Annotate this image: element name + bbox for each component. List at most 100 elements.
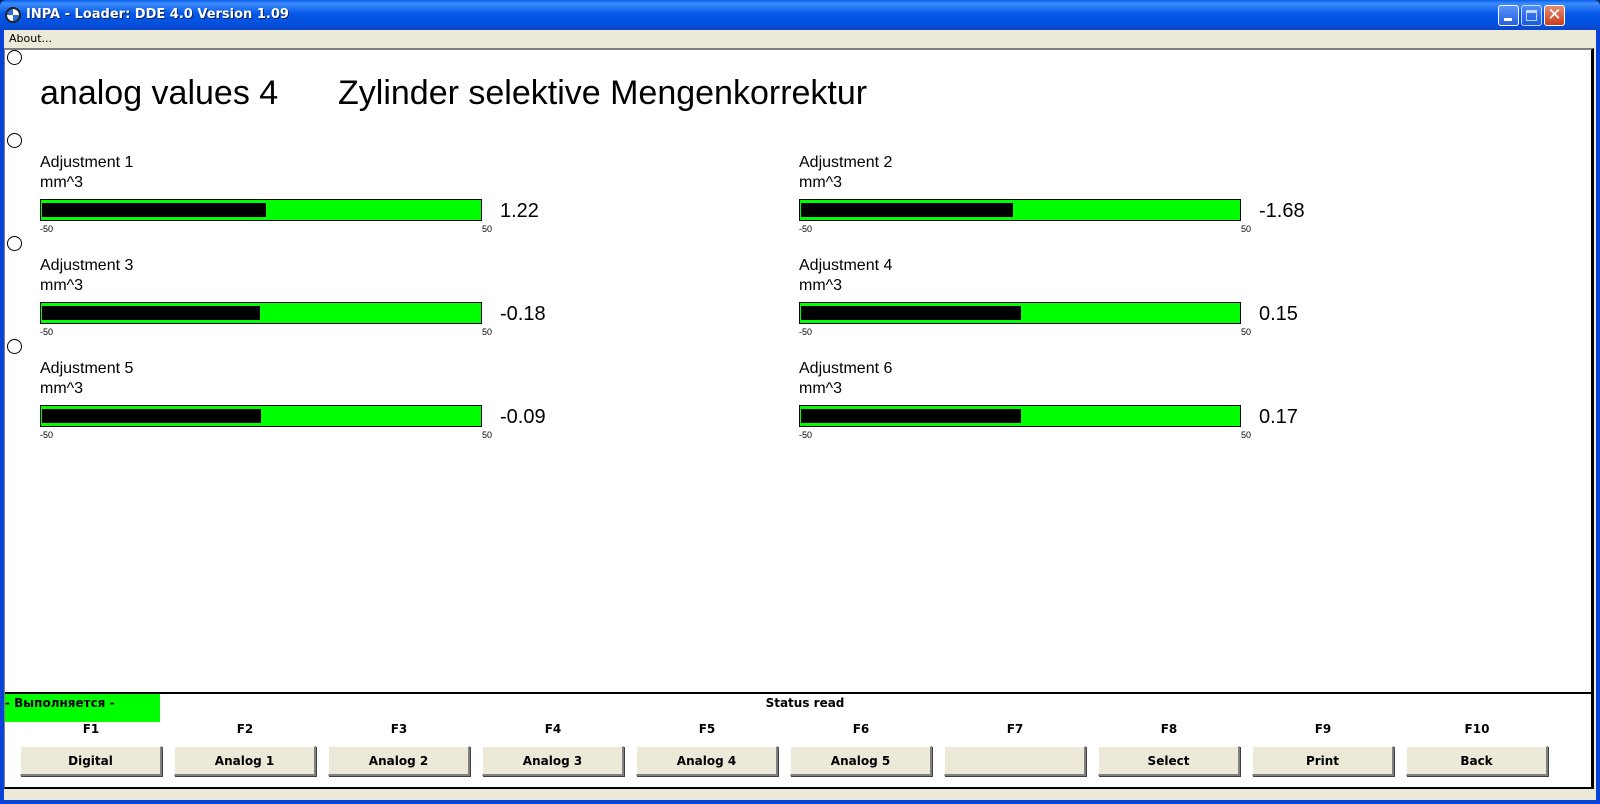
gauge-min-label: -50 bbox=[40, 430, 54, 440]
gauge-unit: mm^3 bbox=[799, 380, 843, 397]
gauge-adjustment-4: Adjustment 4 mm^3 0.15 -50 50 bbox=[799, 257, 1359, 347]
bmw-logo-icon bbox=[5, 7, 21, 23]
gauge-min-label: -50 bbox=[799, 430, 813, 440]
fkey-label: F7 bbox=[1006, 722, 1024, 736]
gauge-adjustment-2: Adjustment 2 mm^3 -1.68 -50 50 bbox=[799, 154, 1359, 244]
row-radio-4[interactable] bbox=[7, 339, 22, 354]
running-status-text: - Выполняется - bbox=[5, 696, 115, 710]
fkey-f1: F1 Digital bbox=[20, 722, 162, 780]
gauge-bar bbox=[40, 199, 482, 221]
fkey-f10: F10 Back bbox=[1406, 722, 1548, 780]
gauge-adjustment-6: Adjustment 6 mm^3 0.17 -50 50 bbox=[799, 360, 1359, 450]
fkey-f9: F9 Print bbox=[1252, 722, 1394, 780]
fkey-f7: F7 bbox=[944, 722, 1086, 780]
fkey-button-f5[interactable]: Analog 4 bbox=[636, 746, 778, 776]
gauge-max-label: 50 bbox=[482, 327, 493, 337]
fkey-button-f4[interactable]: Analog 3 bbox=[482, 746, 624, 776]
gauge-label: Adjustment 2 bbox=[799, 154, 893, 171]
fkey-button-f3[interactable]: Analog 2 bbox=[328, 746, 470, 776]
gauge-max-label: 50 bbox=[482, 224, 493, 234]
row-radio-3[interactable] bbox=[7, 236, 22, 251]
gauge-unit: mm^3 bbox=[799, 174, 843, 191]
gauge-unit: mm^3 bbox=[799, 277, 843, 294]
gauge-max-label: 50 bbox=[1241, 224, 1252, 234]
gauge-bar bbox=[799, 199, 1241, 221]
gauge-fill bbox=[801, 306, 1021, 320]
gauge-label: Adjustment 6 bbox=[799, 360, 893, 377]
gauge-min-label: -50 bbox=[799, 224, 813, 234]
gauge-value: -0.18 bbox=[500, 303, 546, 325]
fkey-label: F1 bbox=[82, 722, 100, 736]
fkey-f5: F5 Analog 4 bbox=[636, 722, 778, 780]
fkey-label: F6 bbox=[852, 722, 870, 736]
title-bar[interactable]: INPA - Loader: DDE 4.0 Version 1.09 ✕ bbox=[0, 0, 1600, 30]
fkey-f4: F4 Analog 3 bbox=[482, 722, 624, 780]
status-text: Status read bbox=[765, 696, 845, 710]
fkey-button-f10[interactable]: Back bbox=[1406, 746, 1548, 776]
gauge-label: Adjustment 3 bbox=[40, 257, 134, 274]
minimize-icon bbox=[1504, 18, 1512, 21]
gauge-bar bbox=[799, 405, 1241, 427]
fkey-label: F4 bbox=[544, 722, 562, 736]
gauge-value: 0.17 bbox=[1259, 406, 1298, 428]
fkey-f6: F6 Analog 5 bbox=[790, 722, 932, 780]
gauge-adjustment-1: Adjustment 1 mm^3 1.22 -50 50 bbox=[40, 154, 600, 244]
close-button[interactable]: ✕ bbox=[1544, 5, 1565, 26]
gauge-bar bbox=[40, 405, 482, 427]
running-status-badge: - Выполняется - bbox=[5, 694, 160, 722]
gauge-unit: mm^3 bbox=[40, 174, 84, 191]
row-radio-2[interactable] bbox=[7, 133, 22, 148]
fkey-button-f7[interactable] bbox=[944, 746, 1086, 776]
gauge-bar bbox=[40, 302, 482, 324]
gauge-adjustment-3: Adjustment 3 mm^3 -0.18 -50 50 bbox=[40, 257, 600, 347]
gauge-value: 0.15 bbox=[1259, 303, 1298, 325]
minimize-button[interactable] bbox=[1498, 5, 1519, 26]
gauge-max-label: 50 bbox=[1241, 430, 1252, 440]
gauge-adjustment-5: Adjustment 5 mm^3 -0.09 -50 50 bbox=[40, 360, 600, 450]
gauge-label: Adjustment 1 bbox=[40, 154, 134, 171]
gauge-unit: mm^3 bbox=[40, 277, 84, 294]
gauge-fill bbox=[42, 203, 266, 217]
maximize-button[interactable] bbox=[1521, 5, 1542, 26]
gauge-fill bbox=[42, 409, 261, 423]
fkey-label: F3 bbox=[390, 722, 408, 736]
fkey-button-f8[interactable]: Select bbox=[1098, 746, 1240, 776]
gauge-max-label: 50 bbox=[1241, 327, 1252, 337]
fkey-label: F2 bbox=[236, 722, 254, 736]
fkey-f3: F3 Analog 2 bbox=[328, 722, 470, 780]
app-window: INPA - Loader: DDE 4.0 Version 1.09 ✕ Ab… bbox=[0, 0, 1600, 804]
fkey-f2: F2 Analog 1 bbox=[174, 722, 316, 780]
screen-subtitle: Zylinder selektive Mengenkorrektur bbox=[338, 74, 868, 112]
gauge-value: -0.09 bbox=[500, 406, 546, 428]
gauge-max-label: 50 bbox=[482, 430, 493, 440]
gauge-label: Adjustment 5 bbox=[40, 360, 134, 377]
gauge-min-label: -50 bbox=[40, 327, 54, 337]
fkey-button-f1[interactable]: Digital bbox=[20, 746, 162, 776]
gauge-label: Adjustment 4 bbox=[799, 257, 893, 274]
fkey-button-f2[interactable]: Analog 1 bbox=[174, 746, 316, 776]
fkey-label: F5 bbox=[698, 722, 716, 736]
gauge-value: 1.22 bbox=[500, 200, 539, 222]
fkey-f8: F8 Select bbox=[1098, 722, 1240, 780]
maximize-icon bbox=[1526, 10, 1537, 21]
gauge-bar bbox=[799, 302, 1241, 324]
status-divider bbox=[5, 692, 1592, 694]
fkey-button-f9[interactable]: Print bbox=[1252, 746, 1394, 776]
gauge-fill bbox=[42, 306, 260, 320]
gauge-fill bbox=[801, 203, 1013, 217]
row-radio-1[interactable] bbox=[7, 50, 22, 65]
fkey-label: F10 bbox=[1464, 722, 1490, 736]
fkey-button-f6[interactable]: Analog 5 bbox=[790, 746, 932, 776]
gauge-min-label: -50 bbox=[799, 327, 813, 337]
gauge-value: -1.68 bbox=[1259, 200, 1305, 222]
close-icon: ✕ bbox=[1547, 5, 1562, 25]
gauge-fill bbox=[801, 409, 1021, 423]
gauge-min-label: -50 bbox=[40, 224, 54, 234]
menu-bar: About... bbox=[4, 30, 1596, 48]
content-panel: analog values 4 Zylinder selektive Menge… bbox=[4, 48, 1594, 789]
gauge-unit: mm^3 bbox=[40, 380, 84, 397]
fkey-label: F8 bbox=[1160, 722, 1178, 736]
fkey-label: F9 bbox=[1314, 722, 1332, 736]
menu-about[interactable]: About... bbox=[9, 32, 52, 45]
screen-title: analog values 4 bbox=[40, 74, 279, 112]
